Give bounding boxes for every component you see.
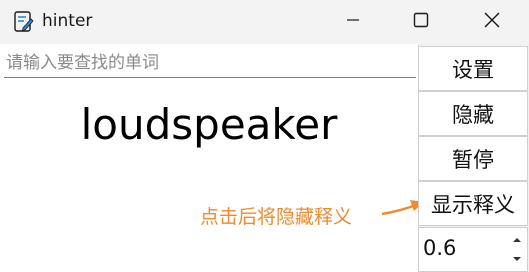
- content-area: loudspeaker 点击后将隐藏释义 设置 隐藏 暂停 显示释义 0.6: [0, 44, 529, 272]
- minimize-button[interactable]: [330, 0, 376, 44]
- button-panel: 设置 隐藏 暂停 显示释义 0.6: [418, 44, 529, 272]
- maximize-button[interactable]: [398, 0, 444, 44]
- title-bar[interactable]: hinter: [0, 0, 529, 44]
- pause-button[interactable]: 暂停: [418, 136, 528, 181]
- maximize-icon: [413, 12, 429, 32]
- minimize-icon: [345, 12, 361, 32]
- hide-button[interactable]: 隐藏: [418, 91, 528, 136]
- opacity-spinbox[interactable]: 0.6: [418, 227, 528, 272]
- show-definition-button[interactable]: 显示释义: [418, 181, 528, 226]
- annotation-note: 点击后将隐藏释义: [200, 206, 353, 228]
- current-word: loudspeaker: [80, 100, 338, 149]
- spinbox-value[interactable]: 0.6: [423, 236, 456, 260]
- word-pane: loudspeaker 点击后将隐藏释义: [0, 44, 424, 272]
- window-title: hinter: [42, 11, 93, 31]
- app-window: hinter loudspeaker 点击后将隐藏释义: [0, 0, 529, 272]
- settings-button[interactable]: 设置: [418, 46, 528, 91]
- spin-down-icon[interactable]: [509, 250, 525, 268]
- close-icon: [483, 11, 501, 33]
- spin-up-icon[interactable]: [509, 231, 525, 249]
- edit-document-icon: [14, 11, 34, 33]
- close-button[interactable]: [469, 0, 515, 44]
- search-input[interactable]: [4, 48, 416, 78]
